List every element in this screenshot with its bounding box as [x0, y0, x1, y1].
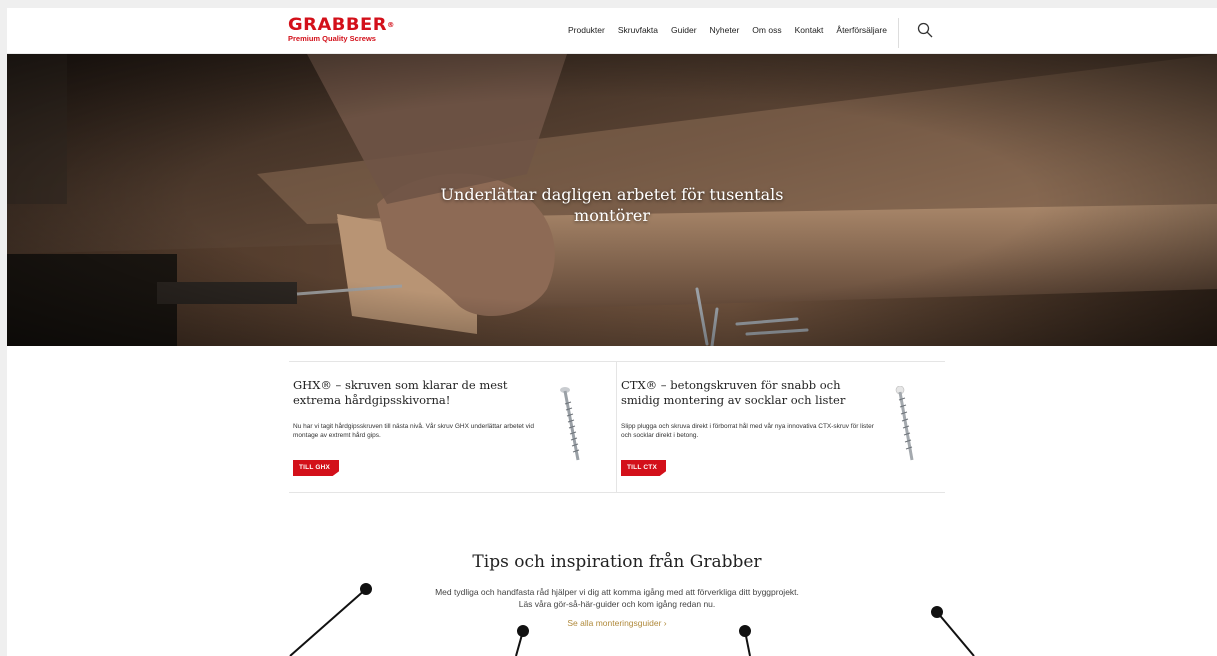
nav-item-skruvfakta[interactable]: Skruvfakta — [618, 25, 658, 35]
hero-title: Underlättar dagligen arbetet för tusenta… — [440, 185, 784, 225]
logo-tagline: Premium Quality Screws — [288, 34, 376, 43]
nav-item-guider[interactable]: Guider — [671, 25, 697, 35]
logo-registered-mark: ® — [387, 21, 395, 29]
ghx-screw-image — [560, 387, 580, 461]
nav-item-nyheter[interactable]: Nyheter — [710, 25, 740, 35]
nav-item-produkter[interactable]: Produkter — [568, 25, 605, 35]
see-all-guides-link[interactable]: Se alla monteringsguider › — [312, 618, 922, 628]
card-text: Nu har vi tagit hårdgipsskruven till näs… — [293, 423, 534, 439]
tips-title: Tips och inspiration från Grabber — [472, 552, 762, 572]
till-ctx-button[interactable]: TILL CTX — [621, 460, 667, 476]
nav-divider — [898, 18, 899, 48]
card-text: Slipp plugga och skruva direkt i förborr… — [621, 423, 874, 439]
main-nav: Produkter Skruvfakta Guider Nyheter Om o… — [568, 25, 900, 35]
page: GRABBER® Premium Quality Screws Produkte… — [7, 8, 1217, 656]
tips-description: Med tydliga och handfasta råd hjälper vi… — [312, 586, 922, 610]
nav-item-kontakt[interactable]: Kontakt — [795, 25, 824, 35]
card-title: CTX® – betongskruven för snabb och smidi… — [621, 378, 846, 407]
product-card-ctx: CTX® – betongskruven för snabb och smidi… — [617, 362, 945, 492]
grabber-logo[interactable]: GRABBER® Premium Quality Screws — [288, 17, 408, 47]
till-ghx-button[interactable]: TILL GHX — [293, 460, 340, 476]
site-header: GRABBER® Premium Quality Screws Produkte… — [7, 8, 1217, 54]
product-cards: GHX® – skruven som klarar de mest extrem… — [289, 361, 945, 493]
nav-item-aterforsaljare[interactable]: Återförsäljare — [836, 25, 887, 35]
tips-text-line-1: Med tydliga och handfasta råd hjälper vi… — [435, 587, 799, 597]
product-card-ghx: GHX® – skruven som klarar de mest extrem… — [289, 362, 617, 492]
hero-banner: Underlättar dagligen arbetet för tusenta… — [7, 54, 1217, 346]
search-icon[interactable] — [917, 22, 933, 38]
logo-wordmark: GRABBER — [288, 15, 388, 35]
nav-item-om-oss[interactable]: Om oss — [752, 25, 781, 35]
ctx-screw-image — [895, 386, 914, 461]
tips-text-line-2: Läs våra gör-så-här-guider och kom igång… — [518, 599, 716, 609]
card-title: GHX® – skruven som klarar de mest extrem… — [293, 378, 508, 407]
annotation-dot — [931, 606, 943, 618]
